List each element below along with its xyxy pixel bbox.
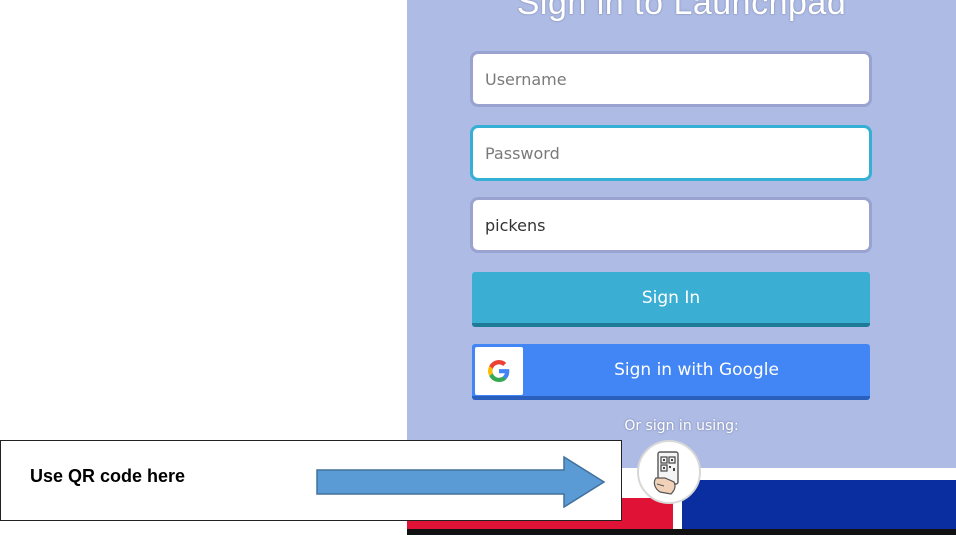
google-sign-in-label: Sign in with Google (614, 360, 779, 380)
qr-code-sign-in-button[interactable] (637, 440, 701, 504)
password-input[interactable] (470, 125, 872, 181)
district-input[interactable] (470, 197, 872, 253)
or-sign-in-text: Or sign in using: (624, 418, 739, 434)
strip-black (407, 529, 956, 535)
qr-code-badge-icon (653, 451, 679, 495)
callout-text: Use QR code here (30, 466, 186, 486)
google-g-icon (475, 347, 523, 395)
sign-in-label: Sign In (641, 287, 701, 308)
sign-in-button[interactable]: Sign In (472, 272, 870, 327)
right-arrow-icon (316, 455, 606, 509)
page-title: Sign in to Launchpad (516, 0, 847, 22)
username-input[interactable] (470, 51, 872, 107)
google-sign-in-button[interactable]: Sign in with Google (472, 344, 870, 400)
strip-blue (682, 480, 956, 535)
